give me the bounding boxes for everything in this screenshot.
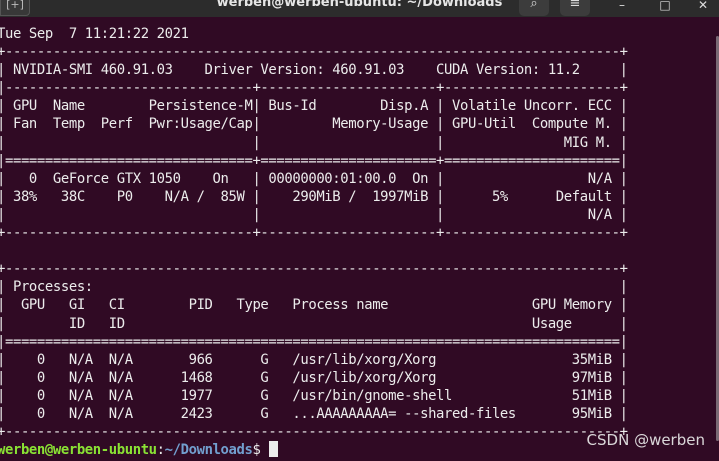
terminal-line: | GPU Name Persistence-M| Bus-Id Disp.A … [0,98,628,115]
terminal-line: | NVIDIA-SMI 460.91.03 Driver Version: 4… [0,62,628,79]
prompt-symbol: $ [252,442,269,459]
watermark: CSDN @werben [586,431,705,449]
terminal-line: +---------------------------------------… [0,44,628,61]
minimize-icon[interactable]: – [612,0,632,14]
terminal-output[interactable]: Tue Sep 7 11:21:22 2021 +----------------… [0,25,628,459]
terminal-line: | 0 N/A N/A 2423 G ...AAAAAAAAA= --share… [0,405,628,422]
text-cursor [269,441,279,458]
terminal-line: | | | N/A | [0,206,628,223]
terminal-line: | Processes: | [0,279,628,296]
maximize-icon[interactable]: □ [655,0,675,14]
terminal-line: Tue Sep 7 11:21:22 2021 [0,26,189,42]
prompt-separator: : [156,442,165,459]
terminal-line: | | | MIG M. | [0,134,628,151]
terminal-line: +---------------------------------------… [0,424,628,441]
terminal-line: | ID ID Usage | [0,315,628,332]
terminal-line: | 0 GeForce GTX 1050 On | 00000000:01:00… [0,170,628,187]
terminal-line: |===============================+=======… [0,152,628,169]
terminal-line: | 0 N/A N/A 1977 G /usr/bin/gnome-shell … [0,387,628,404]
terminal-line: | 0 N/A N/A 1468 G /usr/lib/xorg/Xorg 97… [0,369,628,386]
terminal-line: |-------------------------------+-------… [0,80,628,97]
hamburger-menu-icon[interactable]: ≡ [560,0,590,16]
terminal-line: +---------------------------------------… [0,261,628,278]
window-titlebar: [+] werben@werben-ubuntu: ~/Downloads ⌕ … [0,0,719,17]
terminal-line: | Fan Temp Perf Pwr:Usage/Cap| Memory-Us… [0,116,628,133]
shell-prompt[interactable]: werben@werben-ubuntu:~/Downloads$ [0,441,628,459]
terminal-line: | 38% 38C P0 N/A / 85W | 290MiB / 1997Mi… [0,188,628,205]
terminal-line: +-------------------------------+-------… [0,225,628,242]
search-icon[interactable]: ⌕ [519,0,549,16]
terminal-line: | GPU GI CI PID Type Process name GPU Me… [0,297,628,314]
close-icon[interactable]: ✕ [693,0,713,14]
terminal-line: | 0 N/A N/A 966 G /usr/lib/xorg/Xorg 35M… [0,351,628,368]
terminal-line: |=======================================… [0,333,628,350]
prompt-path: ~/Downloads [164,442,253,459]
prompt-user-host: werben@werben-ubuntu [0,442,157,459]
